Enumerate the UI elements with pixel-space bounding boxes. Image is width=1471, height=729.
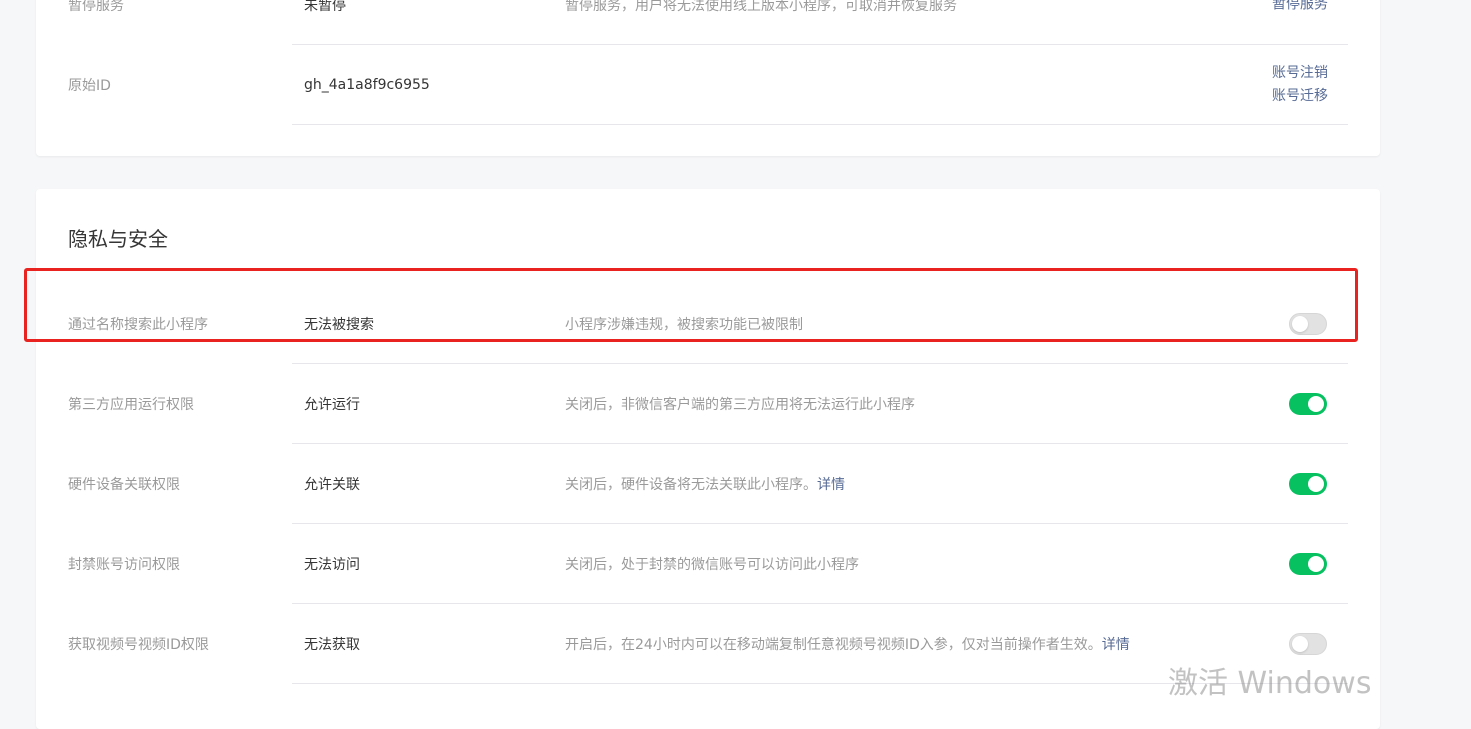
windows-activation-watermark: 激活 Windows [1168,666,1372,701]
row-value: 允许运行 [304,397,360,413]
row-actions: 暂停服务 [1272,0,1328,17]
row-description: 关闭后，硬件设备将无法关联此小程序。详情 [565,474,845,494]
third-party-toggle[interactable] [1289,393,1327,415]
row-label: 封禁账号访问权限 [68,557,180,573]
account-info-card: 暂停服务 未暂停 暂停服务，用户将无法使用线上版本小程序，可取消并恢复服务 暂停… [36,0,1380,156]
row-original-id: 原始ID gh_4a1a8f9c6955 账号注销 账号迁移 [36,45,1380,125]
row-description: 暂停服务，用户将无法使用线上版本小程序，可取消并恢复服务 [565,0,957,14]
row-value: 未暂停 [304,0,346,14]
row-description: 关闭后，非微信客户端的第三方应用将无法运行此小程序 [565,397,915,413]
row-third-party-run: 第三方应用运行权限 允许运行 关闭后，非微信客户端的第三方应用将无法运行此小程序 [36,364,1380,444]
pause-service-link[interactable]: 暂停服务 [1272,0,1328,17]
search-toggle[interactable] [1289,313,1327,335]
row-banned-account-access: 封禁账号访问权限 无法访问 关闭后，处于封禁的微信账号可以访问此小程序 [36,524,1380,604]
details-link[interactable]: 详情 [1102,637,1130,653]
section-title: 隐私与安全 [68,227,168,251]
privacy-security-card: 隐私与安全 通过名称搜索此小程序 无法被搜索 小程序涉嫌违规，被搜索功能已被限制… [36,189,1380,729]
original-id-value: gh_4a1a8f9c6955 [304,77,430,93]
row-label: 通过名称搜索此小程序 [68,317,208,333]
cancel-account-link[interactable]: 账号注销 [1272,62,1328,85]
toggle-knob [1308,476,1324,492]
row-value: 无法访问 [304,557,360,573]
description-text: 关闭后，硬件设备将无法关联此小程序。 [565,477,817,493]
video-id-toggle[interactable] [1289,633,1327,655]
row-description: 开启后，在24小时内可以在移动端复制任意视频号视频ID入参，仅对当前操作者生效。… [565,634,1130,654]
toggle-knob [1308,556,1324,572]
divider [292,124,1348,125]
row-value: 无法获取 [304,637,360,653]
row-hardware-link: 硬件设备关联权限 允许关联 关闭后，硬件设备将无法关联此小程序。详情 [36,444,1380,524]
toggle-knob [1292,636,1308,652]
migrate-account-link[interactable]: 账号迁移 [1272,85,1328,108]
banned-access-toggle[interactable] [1289,553,1327,575]
row-label: 第三方应用运行权限 [68,397,194,413]
row-value: 无法被搜索 [304,317,374,333]
hardware-toggle[interactable] [1289,473,1327,495]
row-search-by-name: 通过名称搜索此小程序 无法被搜索 小程序涉嫌违规，被搜索功能已被限制 [36,284,1380,364]
row-description: 关闭后，处于封禁的微信账号可以访问此小程序 [565,557,859,573]
row-label: 硬件设备关联权限 [68,477,180,493]
row-label: 获取视频号视频ID权限 [68,637,209,653]
row-label: 暂停服务 [68,0,124,14]
row-label: 原始ID [68,78,111,94]
toggle-knob [1292,316,1308,332]
row-pause-service: 暂停服务 未暂停 暂停服务，用户将无法使用线上版本小程序，可取消并恢复服务 暂停… [36,0,1380,45]
row-description: 小程序涉嫌违规，被搜索功能已被限制 [565,317,803,333]
toggle-knob [1308,396,1324,412]
row-actions: 账号注销 账号迁移 [1272,62,1328,108]
row-value: 允许关联 [304,477,360,493]
details-link[interactable]: 详情 [817,477,845,493]
description-text: 开启后，在24小时内可以在移动端复制任意视频号视频ID入参，仅对当前操作者生效。 [565,637,1102,653]
